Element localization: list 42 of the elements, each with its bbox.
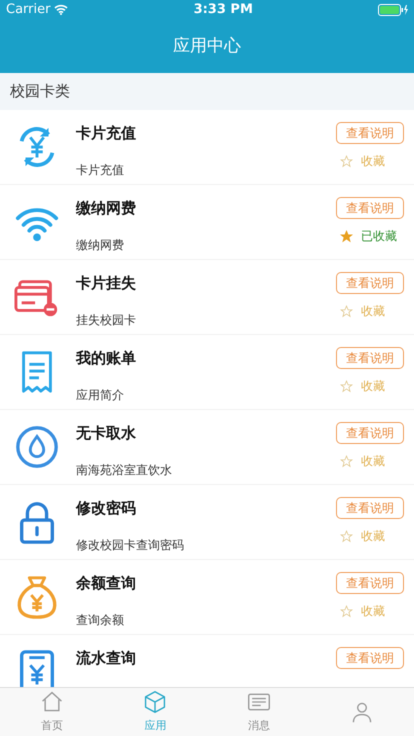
app-title: 余额查询 xyxy=(76,573,136,594)
tab-bar-item[interactable]: 消息 xyxy=(207,688,310,736)
favorite-link[interactable]: 收藏 xyxy=(361,602,385,620)
app-description: 挂失校园卡 xyxy=(76,312,136,328)
app-description: 缴纳网费 xyxy=(76,236,124,254)
favorite-link[interactable]: 已收藏 xyxy=(361,227,397,245)
view-details-button[interactable]: 查看说明 xyxy=(336,497,404,519)
app-description: 查询余额 xyxy=(76,612,124,628)
app-title: 修改密码 xyxy=(76,498,136,519)
app-description: 应用简介 xyxy=(76,386,124,404)
view-details-button[interactable]: 查看说明 xyxy=(336,647,404,669)
favorite-link[interactable]: 收藏 xyxy=(361,527,385,545)
app-description: 修改校园卡查询密码 xyxy=(76,536,184,554)
app-title: 流水查询 xyxy=(76,648,136,669)
view-details-button[interactable]: 查看说明 xyxy=(336,347,404,369)
favorite-link[interactable]: 收藏 xyxy=(361,152,385,170)
app-title: 卡片挂失 xyxy=(76,273,136,294)
water-drop-icon xyxy=(14,424,60,470)
home-icon xyxy=(40,690,64,714)
view-details-button[interactable]: 查看说明 xyxy=(336,422,404,444)
carrier-label: Carrier xyxy=(6,1,50,20)
favorite-link[interactable]: 收藏 xyxy=(361,452,385,470)
status-time: 3:33 PM xyxy=(194,1,253,20)
app-title: 我的账单 xyxy=(76,348,136,369)
view-details-button[interactable]: 查看说明 xyxy=(336,572,404,594)
cube-icon xyxy=(143,690,168,714)
favorite-link[interactable]: 收藏 xyxy=(361,302,385,320)
view-details-button[interactable]: 查看说明 xyxy=(336,197,404,219)
app-title: 缴纳网费 xyxy=(76,198,136,219)
tab-bar-item[interactable]: 应用 xyxy=(104,688,207,736)
page-title: 应用中心 xyxy=(173,34,241,58)
view-details-button[interactable]: 查看说明 xyxy=(336,122,404,144)
wifi-signal-icon xyxy=(54,4,68,16)
section-header: 校园卡类 xyxy=(10,81,70,102)
app-title: 卡片充值 xyxy=(76,123,136,144)
battery-icon xyxy=(378,4,408,16)
app-description: 卡片充值 xyxy=(76,162,124,178)
view-details-button[interactable]: 查看说明 xyxy=(336,272,404,294)
tab-bar-item[interactable]: 首页 xyxy=(0,688,104,736)
favorite-link[interactable]: 收藏 xyxy=(361,377,385,395)
app-description: 南海苑浴室直饮水 xyxy=(76,462,172,478)
app-title: 无卡取水 xyxy=(76,423,136,444)
